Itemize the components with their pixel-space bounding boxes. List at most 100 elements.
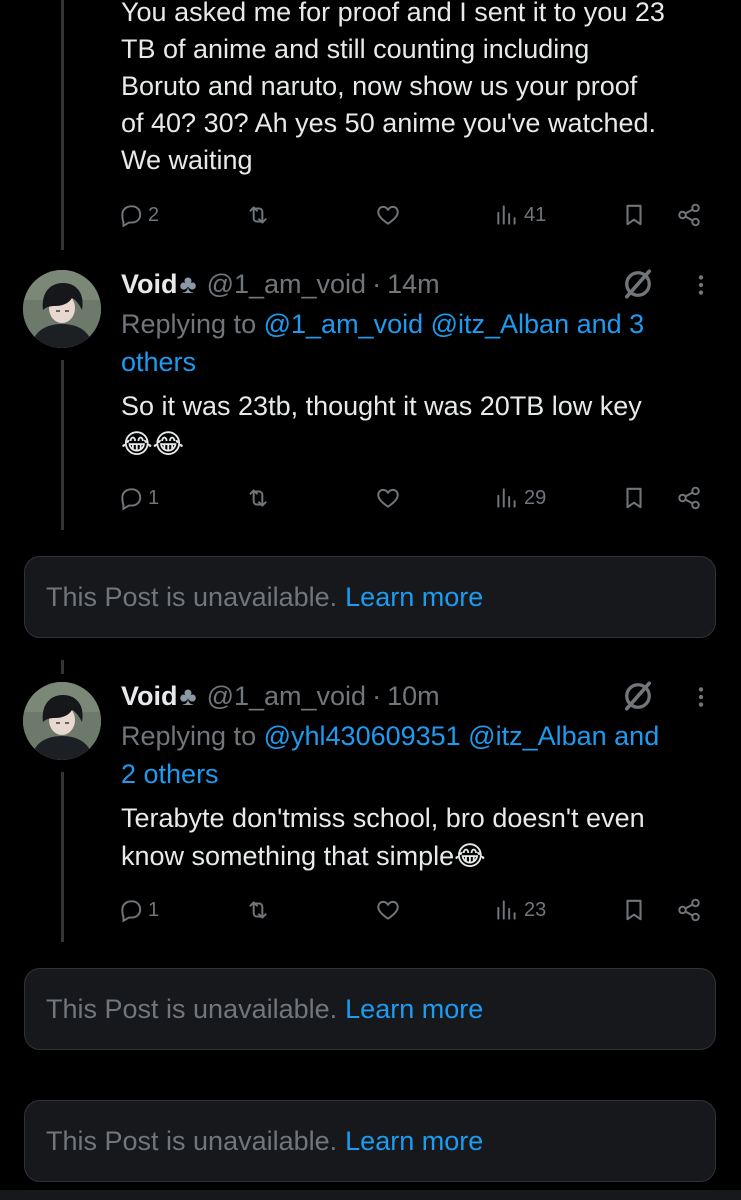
views-count: 23	[524, 898, 547, 921]
separator-dot: ·	[372, 680, 382, 711]
repost-icon	[245, 202, 271, 228]
repost-button[interactable]	[245, 197, 271, 233]
avatar[interactable]	[23, 682, 101, 760]
bookmark-button[interactable]	[621, 892, 647, 928]
unavailable-text: This Post is unavailable.	[46, 1125, 338, 1156]
user-handle[interactable]: @1_am_void	[207, 681, 367, 712]
thread-line-top	[61, 0, 64, 250]
reply-button[interactable]: 2	[118, 197, 159, 233]
learn-more-link[interactable]: Learn more	[345, 582, 483, 613]
grok-button[interactable]	[620, 678, 656, 714]
share-icon	[676, 897, 702, 923]
reply1-body: So it was 23tb, thought it was 20TB low …	[121, 387, 721, 463]
like-icon	[375, 485, 401, 511]
replying-links-more[interactable]: others	[121, 347, 196, 377]
top-post-text: You asked me for proof and I sent it to …	[121, 0, 665, 175]
club-icon: ♣	[179, 680, 197, 711]
reply2-actions: 1 23	[118, 892, 718, 928]
reply-icon	[118, 202, 144, 228]
more-icon	[688, 679, 714, 715]
reply2-text-line2: know something that simple	[121, 841, 455, 871]
grok-icon	[620, 266, 656, 302]
share-button[interactable]	[676, 480, 702, 516]
reply2-header: Void ♣ @1_am_void · 10m	[121, 678, 440, 714]
like-button[interactable]	[375, 480, 401, 516]
timeline: You asked me for proof and I sent it to …	[0, 0, 741, 1200]
bookmark-button[interactable]	[621, 480, 647, 516]
replying-links-more[interactable]: 2 others	[121, 759, 219, 789]
more-options-button[interactable]	[688, 679, 714, 715]
repost-icon	[245, 485, 271, 511]
more-options-button[interactable]	[688, 267, 714, 303]
bookmark-button[interactable]	[621, 197, 647, 233]
repost-icon	[245, 897, 271, 923]
reply1-actions: 1 29	[118, 480, 718, 516]
views-button[interactable]: 23	[494, 892, 546, 928]
like-button[interactable]	[375, 197, 401, 233]
reply-count: 2	[148, 203, 160, 226]
views-button[interactable]: 29	[494, 480, 546, 516]
thread-line-reply2-top	[61, 660, 64, 674]
views-count: 29	[524, 486, 547, 509]
grok-button[interactable]	[620, 266, 656, 302]
bookmark-icon	[621, 202, 647, 228]
views-icon	[494, 897, 520, 923]
reply1-text-line1: So it was 23tb, thought it was 20TB low …	[121, 391, 642, 421]
bookmark-icon	[621, 897, 647, 923]
replying-links[interactable]: @yhl430609351 @itz_Alban and	[264, 721, 660, 751]
thread-line-reply2	[61, 772, 64, 942]
bookmark-icon	[621, 485, 647, 511]
unavailable-post-card: This Post is unavailable. Learn more	[24, 556, 716, 638]
thread-line-reply1	[61, 360, 64, 530]
reply1-header: Void ♣ @1_am_void · 14m	[121, 266, 440, 302]
unavailable-text: This Post is unavailable.	[46, 993, 338, 1024]
user-handle[interactable]: @1_am_void	[207, 269, 367, 300]
share-icon	[676, 485, 702, 511]
unavailable-post-card: This Post is unavailable. Learn more	[24, 1100, 716, 1182]
bottom-edge	[0, 1190, 741, 1200]
views-count: 41	[524, 203, 547, 226]
views-icon	[494, 202, 520, 228]
share-button[interactable]	[676, 197, 702, 233]
reply2-body: Terabyte don'tmiss school, bro doesn't e…	[121, 799, 721, 875]
laughing-emoji: 😂	[454, 841, 486, 871]
share-button[interactable]	[676, 892, 702, 928]
replying-to: Replying to @1_am_void @itz_Alban and 3 …	[121, 305, 711, 381]
reply-button[interactable]: 1	[118, 480, 159, 516]
reply-count: 1	[148, 486, 160, 509]
like-button[interactable]	[375, 892, 401, 928]
reply-icon	[118, 485, 144, 511]
timestamp[interactable]: 10m	[387, 681, 440, 712]
unavailable-post-card: This Post is unavailable. Learn more	[24, 968, 716, 1050]
avatar-image	[23, 270, 101, 348]
replying-links[interactable]: @1_am_void @itz_Alban and 3	[264, 309, 645, 339]
unavailable-text: This Post is unavailable.	[46, 581, 338, 612]
views-icon	[494, 485, 520, 511]
repost-button[interactable]	[245, 480, 271, 516]
display-name[interactable]: Void	[121, 681, 178, 712]
club-icon: ♣	[179, 268, 197, 299]
repost-button[interactable]	[245, 892, 271, 928]
display-name[interactable]: Void	[121, 269, 178, 300]
laughing-emoji: 😂😂	[121, 429, 185, 459]
learn-more-link[interactable]: Learn more	[345, 994, 483, 1025]
like-icon	[375, 897, 401, 923]
replying-label: Replying to	[121, 721, 257, 751]
top-post-actions: 2 41	[118, 197, 718, 233]
timestamp[interactable]: 14m	[387, 269, 440, 300]
learn-more-link[interactable]: Learn more	[345, 1126, 483, 1157]
views-button[interactable]: 41	[494, 197, 546, 233]
reply-button[interactable]: 1	[118, 892, 159, 928]
reply2-text-line1: Terabyte don'tmiss school, bro doesn't e…	[121, 803, 645, 833]
replying-to: Replying to @yhl430609351 @itz_Alban and…	[121, 717, 711, 793]
grok-icon	[620, 678, 656, 714]
reply-count: 1	[148, 898, 160, 921]
share-icon	[676, 202, 702, 228]
avatar[interactable]	[23, 270, 101, 348]
like-icon	[375, 202, 401, 228]
more-icon	[688, 267, 714, 303]
replying-label: Replying to	[121, 309, 257, 339]
separator-dot: ·	[372, 268, 382, 299]
avatar-image	[23, 682, 101, 760]
reply-icon	[118, 897, 144, 923]
